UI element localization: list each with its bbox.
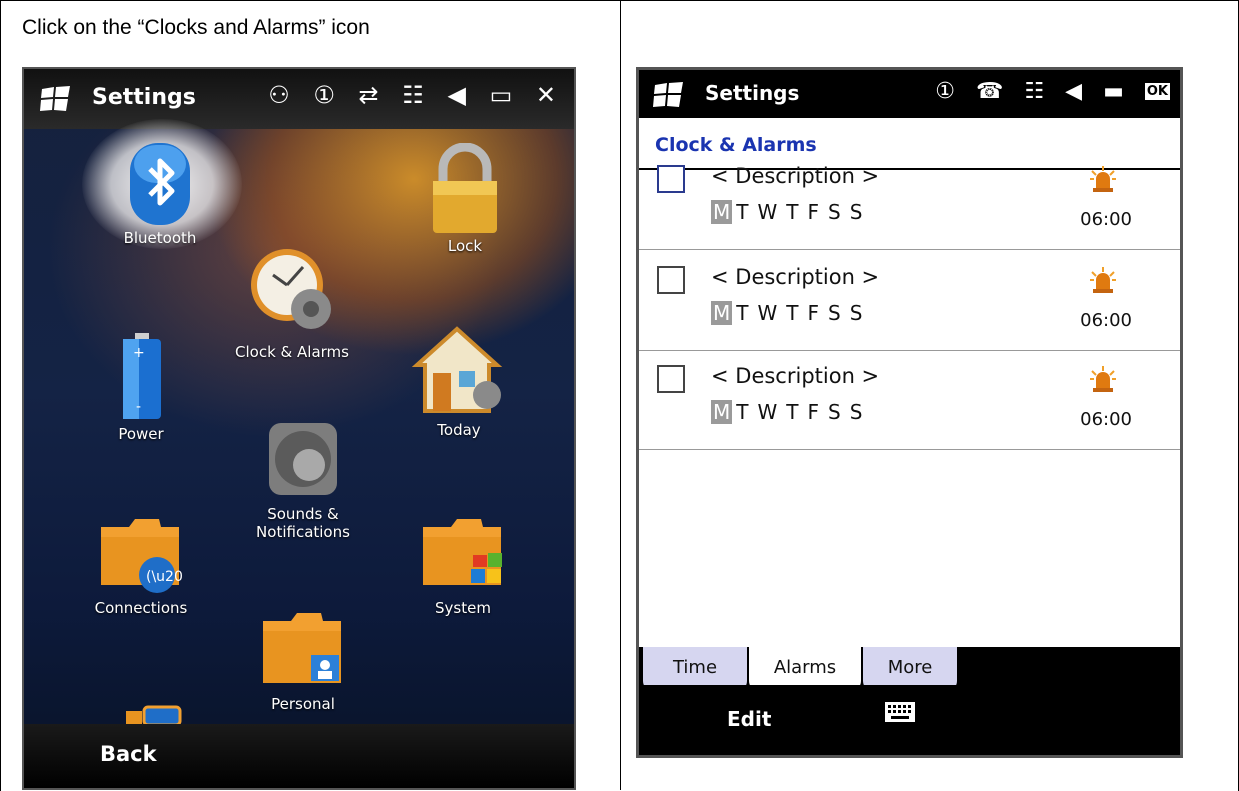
tile-clock-alarms[interactable]: Clock & Alarms bbox=[217, 245, 367, 361]
status-icons: ⚇ ① ⇄ ☷ ◀ ▭ ✕ bbox=[268, 81, 564, 109]
day-thursday[interactable]: T bbox=[786, 301, 798, 325]
sim-icon: ① bbox=[313, 81, 343, 109]
day-saturday[interactable]: S bbox=[828, 200, 841, 224]
softkey-bar: Edit bbox=[639, 685, 1180, 755]
tile-label: System bbox=[435, 599, 491, 617]
day-thursday[interactable]: T bbox=[786, 200, 798, 224]
close-icon[interactable]: ✕ bbox=[536, 81, 564, 109]
title-bar: Settings ⚇ ① ⇄ ☷ ◀ ▭ ✕ bbox=[24, 69, 574, 129]
tile-label: Today bbox=[437, 421, 481, 439]
day-thursday[interactable]: T bbox=[786, 400, 798, 424]
day-wednesday[interactable]: W bbox=[757, 301, 777, 325]
day-sunday[interactable]: S bbox=[850, 200, 863, 224]
tile-label: Lock bbox=[447, 237, 483, 255]
table-column-divider bbox=[620, 0, 621, 790]
title-bar: Settings ① ☎ ☷ ◀ ▬ OK bbox=[639, 70, 1180, 118]
sim-icon: ① bbox=[935, 79, 963, 104]
alarm-bell-icon bbox=[1088, 165, 1118, 193]
alarm-description[interactable]: < Description > bbox=[711, 265, 879, 289]
settings-screen: Settings ⚇ ① ⇄ ☷ ◀ ▭ ✕ Bluetooth bbox=[22, 67, 576, 790]
sync-icon: ⇄ bbox=[358, 81, 387, 109]
status-icons: ① ☎ ☷ ◀ ▬ OK bbox=[935, 79, 1170, 104]
tile-today[interactable]: Today bbox=[384, 325, 534, 439]
svg-text:+: + bbox=[133, 345, 145, 361]
tile-label: Clock & Alarms bbox=[235, 343, 349, 361]
app-title: Settings bbox=[705, 81, 800, 105]
alarm-days[interactable]: MTWTFSS bbox=[711, 200, 871, 224]
day-tuesday[interactable]: T bbox=[736, 200, 748, 224]
keyboard-icon[interactable] bbox=[885, 702, 915, 722]
personal-folder-icon bbox=[261, 609, 345, 693]
alarm-days[interactable]: MTWTFSS bbox=[711, 400, 871, 424]
back-softkey[interactable]: Back bbox=[100, 742, 157, 766]
edit-softkey[interactable]: Edit bbox=[727, 707, 771, 731]
house-icon bbox=[411, 325, 507, 417]
volume-icon[interactable]: ◀ bbox=[1065, 79, 1089, 104]
alarm-description[interactable]: < Description > bbox=[711, 164, 879, 188]
connections-folder-icon: (\u2022) bbox=[99, 515, 206, 595]
day-wednesday[interactable]: W bbox=[757, 200, 777, 224]
signal-icon: ☷ bbox=[402, 81, 432, 109]
tile-personal[interactable]: Personal bbox=[228, 609, 378, 713]
clock-icon bbox=[247, 245, 337, 335]
ok-button[interactable]: OK bbox=[1144, 83, 1170, 100]
day-friday[interactable]: F bbox=[807, 200, 819, 224]
windows-flag-icon[interactable] bbox=[651, 82, 691, 113]
bluetooth-icon bbox=[82, 119, 242, 249]
tile-label: Sounds & Notifications bbox=[256, 505, 350, 541]
app-title: Settings bbox=[92, 85, 196, 110]
antenna-icon: ⚇ bbox=[268, 81, 298, 109]
tile-label: Connections bbox=[94, 599, 188, 617]
alarm-enable-checkbox[interactable] bbox=[657, 165, 685, 193]
tile-system[interactable]: System bbox=[388, 515, 538, 617]
alarm-row[interactable]: < Description > MTWTFSS 06:00 bbox=[639, 349, 1180, 450]
system-folder-icon bbox=[421, 515, 505, 595]
alarm-days[interactable]: MTWTFSS bbox=[711, 301, 871, 325]
day-monday[interactable]: M bbox=[711, 301, 733, 325]
alarm-row[interactable]: < Description > MTWTFSS 06:00 bbox=[639, 250, 1180, 351]
signal-icon: ☷ bbox=[1024, 79, 1052, 104]
alarm-enable-checkbox[interactable] bbox=[657, 365, 685, 393]
day-sunday[interactable]: S bbox=[850, 301, 863, 325]
clock-alarms-screen: Settings ① ☎ ☷ ◀ ▬ OK Clock & Alarms < D… bbox=[636, 67, 1183, 758]
battery-icon: ▭ bbox=[489, 81, 521, 109]
tile-label: Personal bbox=[271, 695, 335, 713]
battery-icon: ▬ bbox=[1103, 79, 1131, 104]
lock-icon bbox=[427, 142, 503, 233]
tile-bluetooth[interactable]: Bluetooth bbox=[82, 119, 242, 249]
svg-text:(\u2022): (\u2022) bbox=[146, 569, 183, 585]
alarm-row[interactable]: < Description > MTWTFSS 06:00 bbox=[639, 149, 1180, 250]
day-saturday[interactable]: S bbox=[828, 400, 841, 424]
speaker-icon bbox=[263, 419, 343, 499]
tile-label: Power bbox=[118, 425, 164, 443]
alarm-bell-icon bbox=[1088, 365, 1118, 393]
day-friday[interactable]: F bbox=[807, 400, 819, 424]
alarm-bell-icon bbox=[1088, 266, 1118, 294]
battery-power-icon: + - bbox=[103, 331, 179, 421]
day-saturday[interactable]: S bbox=[828, 301, 841, 325]
tile-sounds-notifications[interactable]: Sounds & Notifications bbox=[228, 419, 378, 541]
svg-text:-: - bbox=[136, 399, 141, 415]
day-monday[interactable]: M bbox=[711, 400, 733, 424]
alarm-enable-checkbox[interactable] bbox=[657, 266, 685, 294]
phone-icon: ☎ bbox=[976, 79, 1011, 104]
alarm-time[interactable]: 06:00 bbox=[1080, 209, 1132, 230]
day-wednesday[interactable]: W bbox=[757, 400, 777, 424]
alarm-description[interactable]: < Description > bbox=[711, 364, 879, 388]
day-tuesday[interactable]: T bbox=[736, 400, 748, 424]
tile-connections[interactable]: (\u2022) Connections bbox=[66, 515, 216, 617]
windows-flag-icon[interactable] bbox=[38, 86, 78, 117]
tile-power[interactable]: + - Power bbox=[66, 331, 216, 443]
alarm-time[interactable]: 06:00 bbox=[1080, 409, 1132, 430]
day-friday[interactable]: F bbox=[807, 301, 819, 325]
day-tuesday[interactable]: T bbox=[736, 301, 748, 325]
tile-lock[interactable]: Lock bbox=[390, 142, 540, 255]
day-monday[interactable]: M bbox=[711, 200, 733, 224]
day-sunday[interactable]: S bbox=[850, 400, 863, 424]
softkey-bar: Back bbox=[24, 724, 574, 788]
alarm-time[interactable]: 06:00 bbox=[1080, 310, 1132, 331]
instruction-caption: Click on the “Clocks and Alarms” icon bbox=[22, 16, 370, 39]
volume-icon[interactable]: ◀ bbox=[447, 81, 473, 109]
